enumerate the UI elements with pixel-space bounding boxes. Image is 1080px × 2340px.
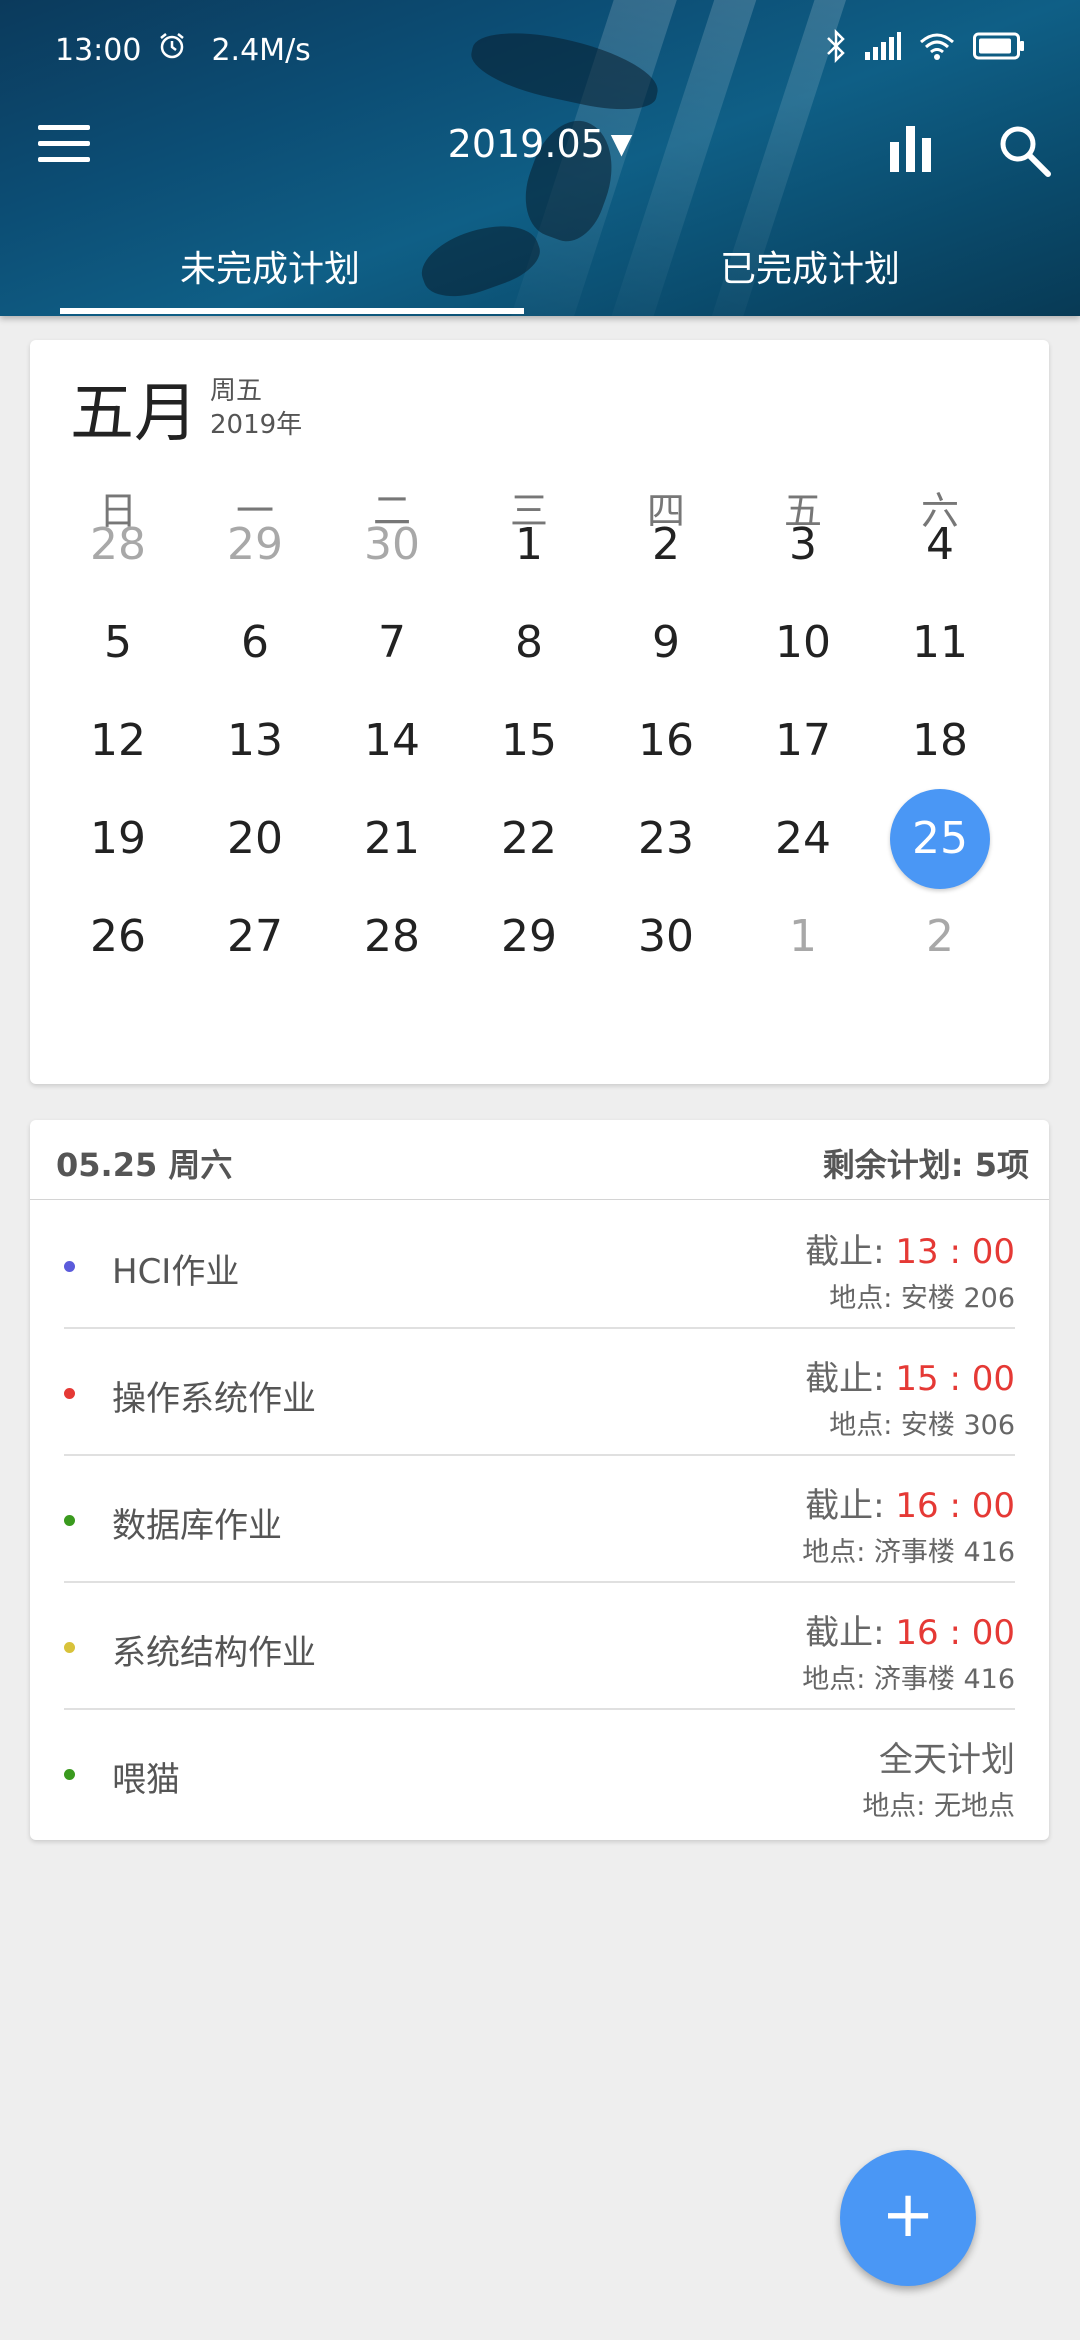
tab-incomplete-plans[interactable]: 未完成计划 (0, 240, 540, 292)
deadline-label: 截止: (805, 1359, 885, 1399)
calendar-day[interactable]: 14 (342, 691, 442, 791)
calendar-day[interactable]: 19 (68, 789, 168, 889)
calendar-day[interactable]: 17 (753, 691, 853, 791)
plan-color-dot (64, 1642, 75, 1653)
calendar-day[interactable]: 1 (479, 495, 579, 595)
plan-date: 05.25 周六 (56, 1146, 233, 1184)
plan-item[interactable]: 系统结构作业 截止: 16 : 00 地点: 济事楼 416 (30, 1583, 1049, 1710)
calendar-day[interactable]: 16 (616, 691, 716, 791)
plan-name: 操作系统作业 (112, 1379, 316, 1419)
plan-location: 地点: 济事楼 416 (802, 1537, 1015, 1568)
calendar-day[interactable]: 4 (890, 495, 990, 595)
calendar-day[interactable]: 23 (616, 789, 716, 889)
calendar-day[interactable]: 5 (68, 593, 168, 693)
calendar-day[interactable]: 12 (68, 691, 168, 791)
calendar-day[interactable]: 29 (205, 495, 305, 595)
plan-name: HCI作业 (112, 1252, 240, 1292)
alarm-icon (157, 31, 187, 69)
calendar-day[interactable]: 2 (616, 495, 716, 595)
calendar-day[interactable]: 2 (890, 887, 990, 987)
tab-completed-plans[interactable]: 已完成计划 (540, 240, 1080, 292)
network-speed: 2.4M/s (211, 32, 311, 68)
calendar-day[interactable]: 28 (68, 495, 168, 595)
deadline-time: 13 : 00 (884, 1232, 1015, 1272)
calendar-day[interactable]: 20 (205, 789, 305, 889)
dropdown-caret-icon: ▼ (610, 127, 633, 160)
deadline-time: 15 : 00 (884, 1359, 1015, 1399)
plan-item[interactable]: HCI作业 截止: 13 : 00 地点: 安楼 206 (30, 1202, 1049, 1329)
deadline-label: 截止: (805, 1232, 885, 1272)
plan-name: 数据库作业 (112, 1506, 282, 1546)
calendar-day[interactable]: 27 (205, 887, 305, 987)
plan-location: 地点: 安楼 306 (829, 1410, 1015, 1441)
calendar-weekday: 周五 (210, 376, 263, 406)
deadline-label: 截止: (805, 1613, 885, 1653)
month-label: 2019.05 (447, 122, 605, 166)
statistics-chart-icon[interactable] (886, 120, 938, 182)
calendar-day[interactable]: 8 (479, 593, 579, 693)
signal-icon (865, 32, 901, 68)
deadline-time: 16 : 00 (884, 1613, 1015, 1653)
calendar-day[interactable]: 22 (479, 789, 579, 889)
deadline-label: 全天计划 (879, 1740, 1015, 1780)
deadline-label: 截止: (805, 1486, 885, 1526)
add-plan-button[interactable]: + (840, 2150, 976, 2286)
calendar-day[interactable]: 30 (342, 495, 442, 595)
calendar-day[interactable]: 3 (753, 495, 853, 595)
bluetooth-icon (825, 28, 847, 71)
plan-deadline: 截止: 16 : 00 (805, 1605, 1015, 1654)
calendar-day[interactable]: 28 (342, 887, 442, 987)
calendar-day[interactable]: 26 (68, 887, 168, 987)
plan-item[interactable]: 操作系统作业 截止: 15 : 00 地点: 安楼 306 (30, 1329, 1049, 1456)
calendar-day[interactable]: 18 (890, 691, 990, 791)
calendar-day[interactable]: 13 (205, 691, 305, 791)
plan-deadline: 截止: 16 : 00 (805, 1478, 1015, 1527)
status-time: 13:00 (55, 32, 142, 68)
wifi-icon (919, 32, 955, 68)
calendar-day[interactable]: 11 (890, 593, 990, 693)
plan-list-card: 05.25 周六 剩余计划: 5项 HCI作业 截止: 13 : 00 地点: 安楼… (30, 1120, 1049, 1840)
plan-color-dot (64, 1515, 75, 1526)
deadline-time: 16 : 00 (884, 1486, 1015, 1526)
plan-deadline: 截止: 15 : 00 (805, 1351, 1015, 1400)
plan-location: 地点: 安楼 206 (829, 1283, 1015, 1314)
plan-name: 喂猫 (112, 1760, 180, 1800)
toolbar: 2019.05 ▼ (0, 110, 1080, 190)
plan-location: 地点: 无地点 (862, 1791, 1015, 1822)
calendar-day[interactable]: 9 (616, 593, 716, 693)
calendar-card: 五月 周五 2019年 日一二三四五六 28 29 30 1 2 3 4 5 6 7 8 9 10 11 1… (30, 340, 1049, 1084)
calendar-day-selected[interactable]: 25 (890, 789, 990, 889)
calendar-day[interactable]: 10 (753, 593, 853, 693)
calendar-day[interactable]: 7 (342, 593, 442, 693)
plan-deadline: 截止: 13 : 00 (805, 1224, 1015, 1273)
calendar-month-title: 五月 (70, 377, 198, 451)
calendar-day[interactable]: 6 (205, 593, 305, 693)
plan-name: 系统结构作业 (112, 1633, 316, 1673)
status-bar: 13:00 2.4M/s (55, 26, 1025, 74)
calendar-day[interactable]: 1 (753, 887, 853, 987)
plan-location: 地点: 济事楼 416 (802, 1664, 1015, 1695)
plan-list-header: 05.25 周六 剩余计划: 5项 (30, 1120, 1049, 1200)
tab-indicator (60, 308, 524, 314)
calendar-day[interactable]: 29 (479, 887, 579, 987)
battery-icon (973, 32, 1025, 68)
tab-bar: 未完成计划 已完成计划 (0, 220, 1080, 316)
calendar-day[interactable]: 15 (479, 691, 579, 791)
calendar-day[interactable]: 30 (616, 887, 716, 987)
plan-item[interactable]: 数据库作业 截止: 16 : 00 地点: 济事楼 416 (30, 1456, 1049, 1583)
calendar-day[interactable]: 24 (753, 789, 853, 889)
app-header: 13:00 2.4M/s 2019.05 ▼ 未完成计划 已完成计划 (0, 0, 1080, 316)
plan-color-dot (64, 1388, 75, 1399)
calendar-day[interactable]: 21 (342, 789, 442, 889)
remaining-plans-count: 剩余计划: 5项 (822, 1146, 1029, 1184)
calendar-year: 2019年 (210, 410, 303, 440)
plan-deadline: 全天计划 (879, 1732, 1015, 1781)
plan-color-dot (64, 1769, 75, 1780)
plan-item[interactable]: 喂猫 全天计划地点: 无地点 (30, 1710, 1049, 1837)
plan-color-dot (64, 1261, 75, 1272)
search-icon[interactable] (994, 120, 1056, 182)
